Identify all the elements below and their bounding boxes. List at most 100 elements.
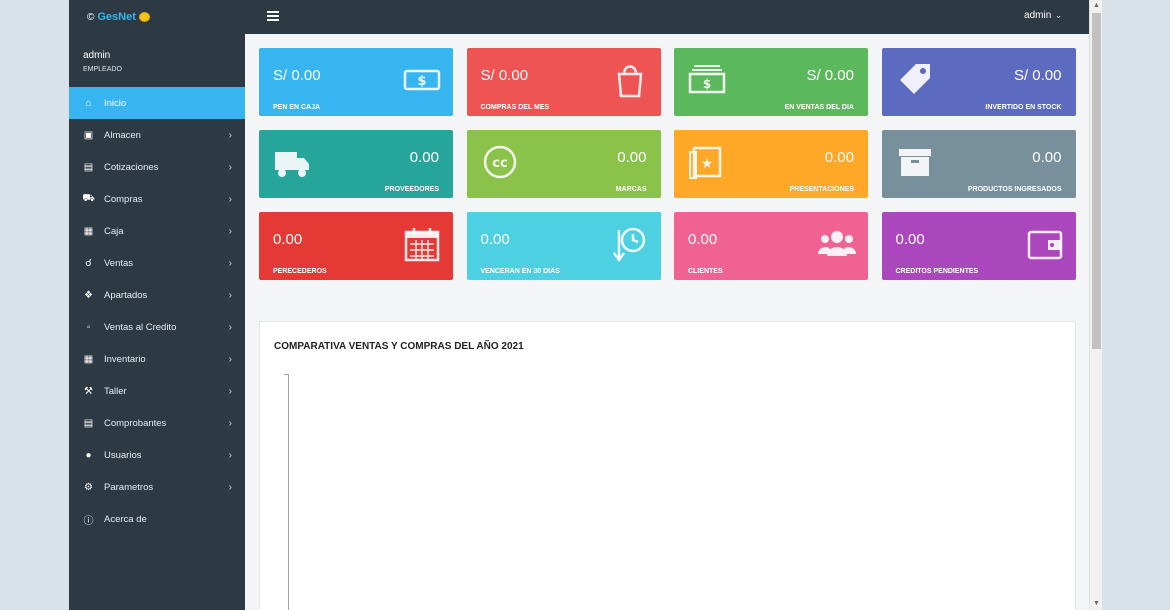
stat-card-compras-del-mes[interactable]: S/ 0.00 COMPRAS DEL MES	[466, 48, 661, 116]
sidebar-item-usuarios[interactable]: ● Usuarios ›	[69, 439, 245, 471]
scrollbar-thumb[interactable]	[1092, 13, 1101, 349]
sidebar-item-label: Ventas	[104, 257, 134, 269]
credit-icon: ◦	[86, 321, 91, 333]
chevron-right-icon: ›	[228, 193, 232, 205]
sidebar-item-inicio[interactable]: ⌂ Inicio	[69, 87, 245, 119]
sidebar-item-taller[interactable]: ⚒ Taller ›	[69, 375, 245, 407]
page-scrollbar[interactable]: ▲ ▼	[1089, 0, 1102, 610]
coins-icon	[138, 12, 150, 22]
user-dropdown[interactable]: admin ⌄	[1024, 10, 1062, 21]
stat-card-value: S/ 0.00	[480, 67, 529, 84]
stat-card-venceran-en-30-dias[interactable]: 0.00 VENCERAN EN 30 DIAS	[466, 212, 661, 280]
svg-text:$: $	[703, 77, 711, 91]
sidebar-item-label: Compras	[104, 193, 143, 205]
brand-name: GesNet	[97, 11, 136, 23]
cash-register-icon: ▦	[83, 225, 94, 237]
stat-card-marcas[interactable]: 0.00 MARCAS cc	[466, 130, 661, 198]
stat-card-value: 0.00	[480, 231, 510, 248]
chevron-down-icon: ⌄	[1055, 11, 1062, 20]
cart-icon: ☌	[85, 257, 92, 269]
stat-card-label: PRODUCTOS INGRESADOS	[967, 186, 1062, 193]
sidebar-item-ventas-al-credito[interactable]: ◦ Ventas al Credito ›	[69, 311, 245, 343]
receipt-icon: ▤	[83, 417, 94, 429]
stat-card-presentaciones[interactable]: 0.00 PRESENTACIONES ★	[674, 130, 868, 198]
stat-card-pen-en-caja[interactable]: S/ 0.00 PEN EN CAJA $	[259, 48, 453, 116]
sidebar-item-label: Almacen	[104, 129, 141, 141]
home-icon: ⌂	[85, 97, 92, 109]
tools-icon: ⚒	[84, 385, 93, 397]
history-icon	[611, 226, 649, 263]
stat-card-value: 0.00	[688, 231, 718, 248]
stat-card-value: 0.00	[409, 149, 439, 166]
chevron-right-icon: ›	[228, 161, 232, 173]
stat-card-value: S/ 0.00	[1013, 67, 1062, 84]
shopping-bag-icon	[611, 62, 649, 98]
document-icon: ▤	[83, 161, 94, 173]
sidebar-item-ventas[interactable]: ☌ Ventas ›	[69, 247, 245, 279]
sidebar-item-caja[interactable]: ▦ Caja ›	[69, 215, 245, 247]
chevron-right-icon: ›	[228, 417, 232, 429]
sidebar-item-label: Inventario	[104, 353, 146, 365]
chart-y-axis	[288, 374, 289, 610]
stat-card-invertido-en-stock[interactable]: S/ 0.00 INVERTIDO EN STOCK	[881, 48, 1076, 116]
stat-card-label: PROVEEDORES	[384, 186, 439, 193]
scroll-up-arrow-icon[interactable]: ▲	[1090, 0, 1102, 12]
profile-name: admin	[83, 50, 111, 61]
app-window: © GesNet admin ⌄ admin EMPLEADO ⌂ Inicio ▣ A…	[69, 0, 1102, 610]
users-icon	[818, 226, 856, 262]
truck-icon: ⛟	[82, 192, 95, 204]
stat-card-label: MARCAS	[615, 186, 647, 193]
stat-card-label: CLIENTES	[688, 268, 723, 275]
chevron-right-icon: ›	[228, 289, 232, 301]
sidebar-item-inventario[interactable]: ▦ Inventario ›	[69, 343, 245, 375]
profile-role: EMPLEADO	[83, 66, 122, 73]
gear-icon: ⚙	[84, 481, 93, 493]
chevron-right-icon: ›	[228, 129, 232, 141]
stat-card-value: S/ 0.00	[806, 67, 854, 84]
archive-box-icon	[896, 144, 934, 180]
sidebar-item-label: Acerca de	[104, 513, 147, 525]
tags-icon	[896, 62, 934, 98]
menu-toggle-icon[interactable]	[267, 11, 279, 22]
svg-text:$: $	[417, 74, 426, 89]
stat-card-perecederos[interactable]: 0.00 PERECEDEROS	[259, 212, 453, 280]
chevron-right-icon: ›	[228, 449, 232, 461]
stat-card-creditos-pendientes[interactable]: 0.00 CREDITOS PENDIENTES	[881, 212, 1076, 280]
sidebar-menu: ⌂ Inicio ▣ Almacen › ▤ Cotizaciones › ⛟ Compras › ▦…	[69, 87, 245, 535]
sidebar-item-label: Cotizaciones	[104, 161, 159, 173]
info-icon: ⓘ	[83, 515, 94, 527]
stat-card-value: 0.00	[617, 149, 647, 166]
sidebar-item-parametros[interactable]: ⚙ Parametros ›	[69, 471, 245, 503]
stat-card-productos-ingresados[interactable]: 0.00 PRODUCTOS INGRESADOS	[881, 130, 1076, 198]
stat-card-label: EN VENTAS DEL DIA	[784, 104, 854, 111]
main-content: S/ 0.00 PEN EN CAJA $ S/ 0.00 COMPRAS DEL ME…	[245, 34, 1090, 610]
sidebar-item-cotizaciones[interactable]: ▤ Cotizaciones ›	[69, 151, 245, 183]
wallet-icon	[1026, 226, 1064, 262]
scroll-down-arrow-icon[interactable]: ▼	[1090, 598, 1102, 610]
stat-card-en-ventas-del-dia[interactable]: S/ 0.00 EN VENTAS DEL DIA $	[674, 48, 868, 116]
stat-card-value: 0.00	[895, 231, 925, 248]
stat-card-value: 0.00	[273, 231, 303, 248]
sidebar-item-label: Inicio	[104, 97, 127, 109]
chevron-right-icon: ›	[228, 321, 232, 333]
stat-card-label: PEN EN CAJA	[273, 104, 321, 111]
svg-text:cc: cc	[492, 156, 507, 171]
user-profile: admin EMPLEADO	[69, 34, 245, 87]
chart-panel-title: COMPARATIVA VENTAS Y COMPRAS DEL AÑO 202…	[274, 341, 524, 352]
stat-card-label: VENCERAN EN 30 DIAS	[480, 268, 560, 275]
sidebar-item-acerca-de[interactable]: ⓘ Acerca de	[69, 503, 245, 535]
stat-card-label: INVERTIDO EN STOCK	[985, 104, 1062, 111]
user-dropdown-label: admin	[1024, 10, 1052, 21]
sidebar-item-apartados[interactable]: ❖ Apartados ›	[69, 279, 245, 311]
sidebar-item-almacen[interactable]: ▣ Almacen ›	[69, 119, 245, 151]
sidebar-item-label: Apartados	[104, 289, 148, 301]
sidebar-item-compras[interactable]: ⛟ Compras ›	[69, 183, 245, 215]
stat-card-proveedores[interactable]: 0.00 PROVEEDORES	[259, 130, 453, 198]
truck-icon	[273, 144, 311, 180]
brand-logo[interactable]: © GesNet	[69, 0, 245, 34]
grid-icon: ▦	[83, 353, 94, 365]
stat-card-value: 0.00	[1032, 149, 1062, 166]
sidebar-item-comprobantes[interactable]: ▤ Comprobantes ›	[69, 407, 245, 439]
stat-card-clientes[interactable]: 0.00 CLIENTES	[674, 212, 868, 280]
stat-card-value: S/ 0.00	[273, 67, 321, 84]
